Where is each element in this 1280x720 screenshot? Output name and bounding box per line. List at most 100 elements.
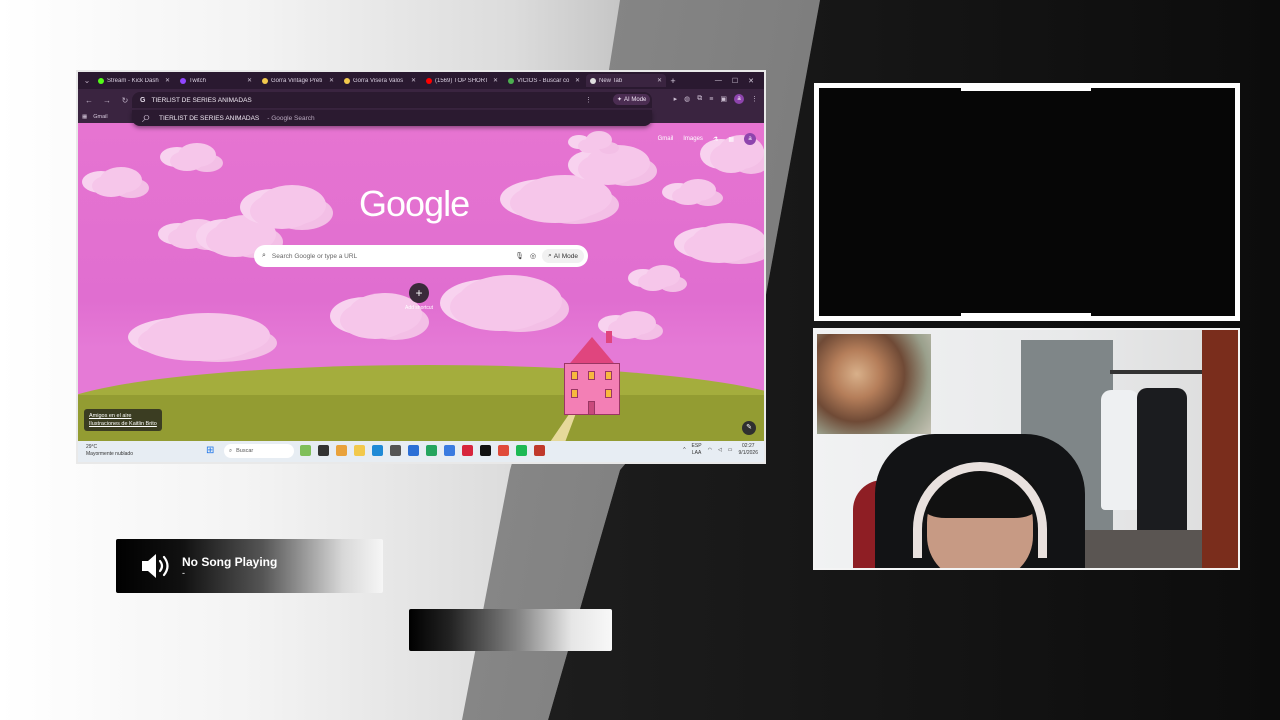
- taskbar-search-label: Buscar: [236, 448, 254, 454]
- minimize-icon[interactable]: —: [715, 77, 722, 85]
- search-ai-mode-button[interactable]: ⌕ AI Mode: [542, 249, 584, 263]
- add-shortcut-button[interactable]: +: [409, 283, 429, 303]
- tab-5[interactable]: VICIOS - Buscar co ✕: [504, 74, 584, 87]
- windows-start-icon[interactable]: ⊞: [206, 446, 216, 456]
- back-icon[interactable]: ←: [84, 96, 94, 105]
- tab-label: Gorra Vintage Preti: [271, 77, 323, 84]
- wooden-wardrobe: [1202, 330, 1238, 568]
- reload-icon[interactable]: ↻: [120, 96, 130, 105]
- tab-favicon-icon: [426, 77, 432, 84]
- song-title: No Song Playing: [182, 554, 278, 569]
- search-icon: ⌕: [142, 109, 151, 126]
- taskbar-search[interactable]: ⌕ Buscar: [224, 444, 294, 458]
- tiktok-icon[interactable]: [480, 445, 491, 456]
- lang-bottom: LAA: [691, 450, 702, 456]
- labs-icon[interactable]: ⚗: [713, 136, 718, 143]
- chrome-icon[interactable]: [498, 445, 509, 456]
- battery-icon[interactable]: ▭: [728, 447, 733, 454]
- app-icon[interactable]: [444, 445, 455, 456]
- tab-label: Twitch: [189, 77, 207, 84]
- google-search-box[interactable]: ⌕ Search Google or type a URL 🎙 ◎ ⌕ AI Mo…: [254, 245, 588, 267]
- frame-notch-top: [961, 87, 1091, 91]
- close-icon[interactable]: ✕: [657, 77, 662, 84]
- windows-taskbar: 29°C Mayormente nublado ⊞ ⌕ Buscar ^ ESP…: [78, 441, 764, 462]
- pink-house-illustration: [556, 331, 628, 415]
- ai-mode-button[interactable]: ✦ AI Mode: [613, 94, 651, 105]
- tab-favicon-icon: [98, 77, 104, 84]
- lang-indicator[interactable]: ESP LAA: [692, 443, 702, 457]
- task-view-icon[interactable]: [318, 445, 329, 456]
- apps-icon[interactable]: ▦: [82, 114, 87, 120]
- tab-4[interactable]: (1569) TOP SHORT ✕: [422, 74, 502, 87]
- close-icon[interactable]: ✕: [329, 77, 334, 84]
- weather-desc: Mayormente nublado: [86, 451, 133, 457]
- wifi-icon[interactable]: ◠: [708, 447, 712, 454]
- apps-grid-icon[interactable]: ▦: [728, 136, 734, 143]
- app-icon[interactable]: [462, 445, 473, 456]
- cloud-illustration: [608, 319, 644, 339]
- lens-icon[interactable]: ◎: [530, 252, 536, 260]
- close-icon[interactable]: ✕: [411, 77, 416, 84]
- window-controls: — ☐ ✕: [715, 77, 764, 85]
- edge-icon[interactable]: [372, 445, 383, 456]
- close-icon[interactable]: ✕: [165, 77, 170, 84]
- lang-top: ESP: [691, 443, 702, 449]
- suggestion-suffix: - Google Search: [267, 114, 315, 122]
- store-icon[interactable]: [390, 445, 401, 456]
- widgets-icon[interactable]: [300, 445, 311, 456]
- account-avatar[interactable]: a: [744, 133, 756, 145]
- chevron-up-icon[interactable]: ^: [683, 447, 685, 454]
- close-icon[interactable]: ✕: [575, 77, 580, 84]
- close-icon[interactable]: ✕: [247, 77, 252, 84]
- tab-search-icon[interactable]: ⌄: [82, 76, 92, 86]
- spotify-icon[interactable]: [516, 445, 527, 456]
- browser-toolbar: ← → ↻ G TIERLIST DE SERIES ANIMADAS ⋮ ✦ A…: [78, 89, 764, 111]
- cloud-illustration: [92, 175, 130, 197]
- sparkle-icon: ✦: [617, 97, 623, 103]
- tab-6-active[interactable]: New Tab ✕: [586, 74, 666, 87]
- tab-0[interactable]: Stream - Kick Dash ✕: [94, 74, 174, 87]
- cloud-illustration: [578, 153, 638, 185]
- images-link[interactable]: Images: [683, 136, 703, 142]
- search-icon: ⌕: [262, 252, 266, 259]
- microphone-icon[interactable]: 🎙: [515, 252, 524, 260]
- clock[interactable]: 02:27 9/1/2026: [739, 443, 758, 457]
- shoe-shelf: [1085, 530, 1205, 568]
- play-icon[interactable]: ▸: [674, 95, 678, 103]
- address-bar[interactable]: G TIERLIST DE SERIES ANIMADAS ⋮: [132, 92, 652, 108]
- whatsapp-icon[interactable]: [426, 445, 437, 456]
- new-tab-button[interactable]: +: [668, 76, 678, 86]
- volume-icon[interactable]: ◁: [718, 447, 722, 454]
- theme-credit[interactable]: Amigos en el aire Ilustraciones de Kaitl…: [84, 409, 162, 431]
- credit-title: Amigos en el aire: [89, 413, 132, 419]
- menu-icon[interactable]: ≡: [709, 96, 713, 103]
- coat-rack: [1110, 370, 1206, 374]
- copilot-icon[interactable]: [336, 445, 347, 456]
- app-icon[interactable]: [534, 445, 545, 456]
- close-window-icon[interactable]: ✕: [748, 77, 754, 85]
- tab-3[interactable]: Gorra Visera Valos ✕: [340, 74, 420, 87]
- profile-icon[interactable]: ▣: [720, 95, 727, 103]
- bookmark-gmail[interactable]: Gmail: [93, 114, 107, 120]
- customize-pencil-icon[interactable]: ✎: [742, 421, 756, 435]
- house-window: [571, 371, 578, 380]
- ai-mode-label: AI Mode: [624, 96, 647, 103]
- tab-2[interactable]: Gorra Vintage Preti ✕: [258, 74, 338, 87]
- maximize-icon[interactable]: ☐: [732, 77, 738, 85]
- app-icon[interactable]: [408, 445, 419, 456]
- avatar[interactable]: a: [734, 94, 744, 104]
- puzzle-icon[interactable]: ⧉: [697, 95, 702, 103]
- gmail-link[interactable]: Gmail: [658, 136, 674, 142]
- house-window: [605, 389, 612, 398]
- forward-icon[interactable]: →: [102, 96, 112, 105]
- close-icon[interactable]: ✕: [493, 77, 498, 84]
- tab-1[interactable]: Twitch ✕: [176, 74, 256, 87]
- more-options-icon[interactable]: ⋮: [585, 96, 592, 104]
- extension-icon[interactable]: ◍: [684, 95, 690, 103]
- omnibox-suggestion[interactable]: ⌕ TIERLIST DE SERIES ANIMADAS - Google S…: [132, 109, 652, 126]
- weather-widget[interactable]: 29°C Mayormente nublado: [86, 444, 133, 458]
- cloud-illustration: [138, 321, 258, 361]
- weather-temp: 29°C: [86, 444, 98, 450]
- kebab-menu-icon[interactable]: ⋮: [751, 95, 758, 103]
- file-explorer-icon[interactable]: [354, 445, 365, 456]
